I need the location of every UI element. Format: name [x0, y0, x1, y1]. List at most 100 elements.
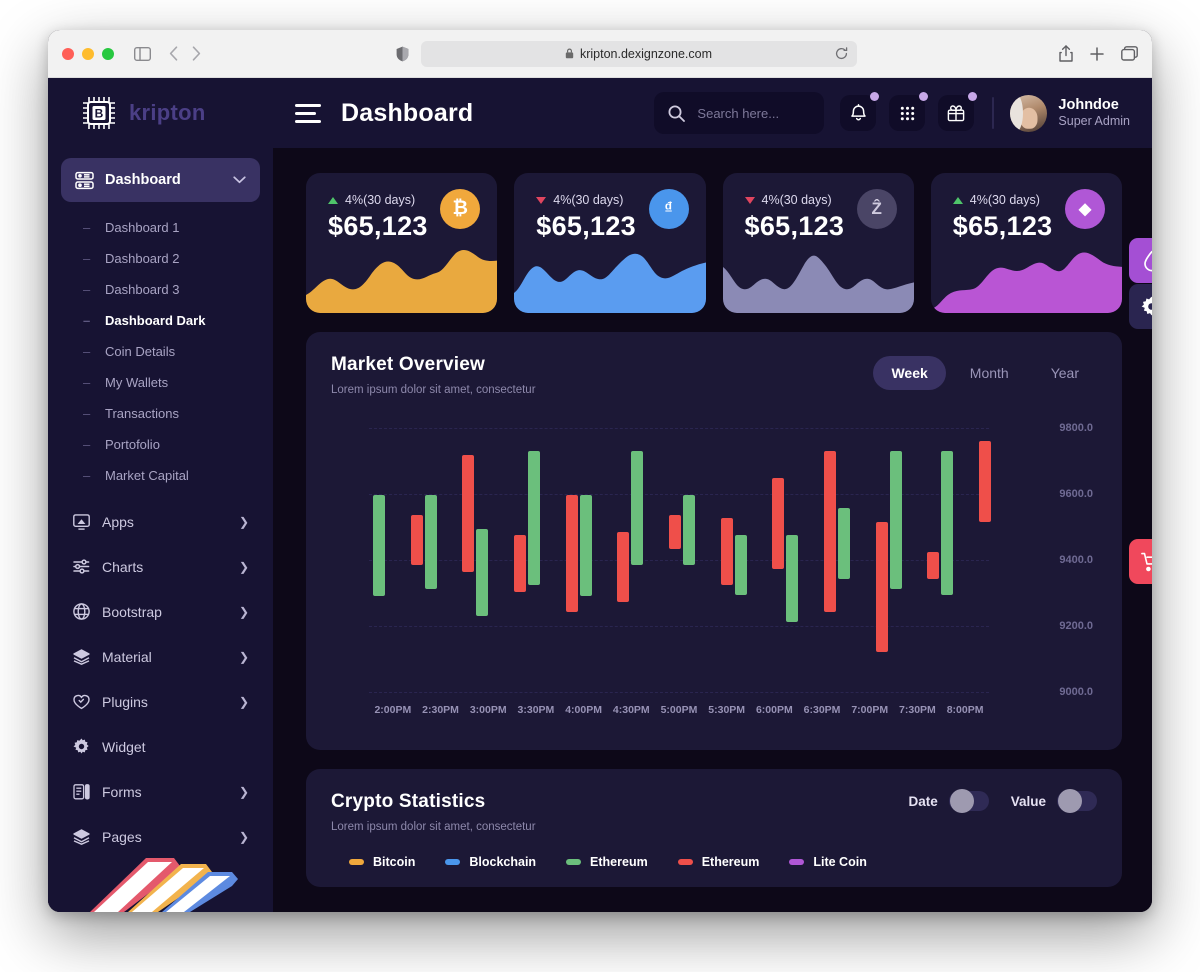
sidebar-item-plugins[interactable]: Plugins ❯ — [61, 679, 260, 724]
shield-icon[interactable] — [396, 46, 409, 62]
sidebar-item-charts[interactable]: Charts ❯ — [61, 544, 260, 589]
back-arrow-icon[interactable] — [169, 46, 178, 61]
candle-down[interactable] — [875, 521, 888, 653]
url-text: kripton.dexignzone.com — [579, 46, 713, 61]
candle-down[interactable] — [772, 478, 785, 569]
maximize-window-button[interactable] — [102, 47, 114, 60]
panel-header: Crypto Statistics Lorem ipsum dolor sit … — [331, 789, 1097, 833]
change-text: 4%(30 days) — [553, 193, 624, 207]
submenu-item[interactable]: – Dashboard 2 — [83, 243, 260, 274]
value-toggle[interactable]: Value — [1011, 789, 1097, 813]
candle-up[interactable] — [889, 451, 902, 589]
candle-up[interactable] — [786, 535, 799, 623]
window-controls[interactable] — [62, 47, 114, 60]
notification-button[interactable] — [840, 92, 880, 131]
submenu-item[interactable]: – Transactions — [83, 398, 260, 429]
x-tick: 4:00PM — [565, 704, 602, 716]
reload-icon[interactable] — [835, 47, 848, 60]
sidebar-item-pages[interactable]: Pages ❯ — [61, 814, 260, 852]
submenu-item[interactable]: – Dashboard 3 — [83, 274, 260, 305]
apps-button[interactable] — [889, 92, 929, 131]
legend-swatch — [349, 859, 364, 865]
candle-down[interactable] — [565, 495, 578, 613]
submenu-item[interactable]: – Portofolio — [83, 429, 260, 460]
gift-icon — [947, 104, 965, 122]
submenu-item[interactable]: – My Wallets — [83, 367, 260, 398]
sidebar-item-apps[interactable]: Apps ❯ — [61, 499, 260, 544]
cart-button[interactable] — [1129, 539, 1152, 584]
stat-card-dash[interactable]: 4%(30 days) $65,123 ₫ — [514, 173, 706, 313]
candle-up[interactable] — [734, 535, 747, 596]
legend-item[interactable]: Ethereum — [566, 855, 648, 869]
gift-button[interactable] — [938, 92, 978, 131]
close-window-button[interactable] — [62, 47, 74, 60]
search-box[interactable] — [654, 92, 825, 134]
submenu-item[interactable]: – Dashboard 1 — [83, 212, 260, 243]
candle-up[interactable] — [527, 451, 540, 586]
sidebar-item-bootstrap[interactable]: Bootstrap ❯ — [61, 589, 260, 634]
widget-gear-icon — [72, 738, 90, 755]
panel-header: Market Overview Lorem ipsum dolor sit am… — [331, 354, 1097, 396]
candle-up[interactable] — [476, 528, 489, 616]
candle-down[interactable] — [720, 518, 733, 586]
submenu-item[interactable]: – Market Capital — [83, 460, 260, 491]
hamburger-menu-icon[interactable] — [295, 103, 321, 123]
candle-up[interactable] — [579, 495, 592, 596]
candle-down[interactable] — [927, 551, 940, 579]
new-tab-icon[interactable] — [1090, 46, 1104, 61]
share-icon[interactable] — [1059, 45, 1073, 62]
legend-item[interactable]: Bitcoin — [349, 855, 415, 869]
legend-item[interactable]: Blockchain — [445, 855, 536, 869]
submenu-label: Dashboard 3 — [105, 282, 180, 297]
toggle-label: Date — [908, 793, 938, 809]
sidebar-toggle-icon[interactable] — [134, 46, 151, 61]
forward-arrow-icon[interactable] — [192, 46, 201, 61]
brand-logo[interactable]: B kripton — [48, 78, 273, 148]
bootstrap-globe-icon — [72, 603, 90, 620]
sidebar-item-material[interactable]: Material ❯ — [61, 634, 260, 679]
address-bar[interactable]: kripton.dexignzone.com — [420, 40, 857, 67]
candle-down[interactable] — [462, 454, 475, 573]
candle-up[interactable] — [631, 451, 644, 566]
tab-month[interactable]: Month — [952, 356, 1027, 390]
sidebar-item-forms[interactable]: Forms ❯ — [61, 769, 260, 814]
submenu-item[interactable]: – Coin Details — [83, 336, 260, 367]
tab-week[interactable]: Week — [873, 356, 946, 390]
chevron-down-icon[interactable] — [233, 176, 246, 184]
stat-card-bitcoin[interactable]: 4%(30 days) $65,123 ₿ — [306, 173, 498, 313]
sidebar-item-widget[interactable]: Widget — [61, 724, 260, 769]
browser-toolbar: kripton.dexignzone.com — [48, 30, 1152, 78]
candle-up[interactable] — [424, 495, 437, 589]
stat-card-zcash[interactable]: 4%(30 days) $65,123 Ẑ — [722, 173, 914, 313]
legend-item[interactable]: Ethereum — [677, 855, 759, 869]
tab-year[interactable]: Year — [1033, 356, 1097, 390]
candle-up[interactable] — [837, 508, 850, 579]
candle-down[interactable] — [410, 515, 423, 566]
search-input[interactable] — [697, 105, 811, 121]
sidebar-item-label: Forms — [102, 783, 142, 800]
toggle-switch[interactable] — [1057, 789, 1097, 813]
candle-up[interactable] — [941, 451, 954, 596]
tab-overview-icon[interactable] — [1121, 46, 1138, 61]
candle-down[interactable] — [617, 531, 630, 603]
submenu-item-active[interactable]: – Dashboard Dark — [83, 305, 260, 336]
date-toggle[interactable]: Date — [908, 789, 989, 813]
candle-up[interactable] — [373, 495, 385, 596]
stat-card-ethereum[interactable]: 4%(30 days) $65,123 ◆ — [930, 173, 1122, 313]
candle-down[interactable] — [669, 515, 682, 549]
theme-color-button[interactable] — [1129, 238, 1152, 283]
toggle-switch[interactable] — [948, 789, 989, 813]
candlestick-chart[interactable]: 9800.0 9600.0 9400.0 9200.0 9000.0 2:00P… — [331, 416, 1097, 736]
candle-down[interactable] — [514, 535, 527, 593]
chevron-right-icon: ❯ — [238, 649, 249, 664]
user-profile[interactable]: Johndoe Super Admin — [1010, 94, 1130, 132]
folders-illustration — [48, 852, 273, 912]
candle-up[interactable] — [682, 495, 695, 566]
legend-item[interactable]: Lite Coin — [789, 855, 867, 869]
candle-down[interactable] — [824, 451, 837, 613]
nav-arrows[interactable] — [169, 46, 201, 61]
sidebar-item-dashboard[interactable]: Dashboard — [61, 158, 260, 202]
candle-down[interactable] — [979, 441, 992, 522]
minimize-window-button[interactable] — [82, 47, 94, 60]
settings-button[interactable] — [1129, 284, 1152, 329]
